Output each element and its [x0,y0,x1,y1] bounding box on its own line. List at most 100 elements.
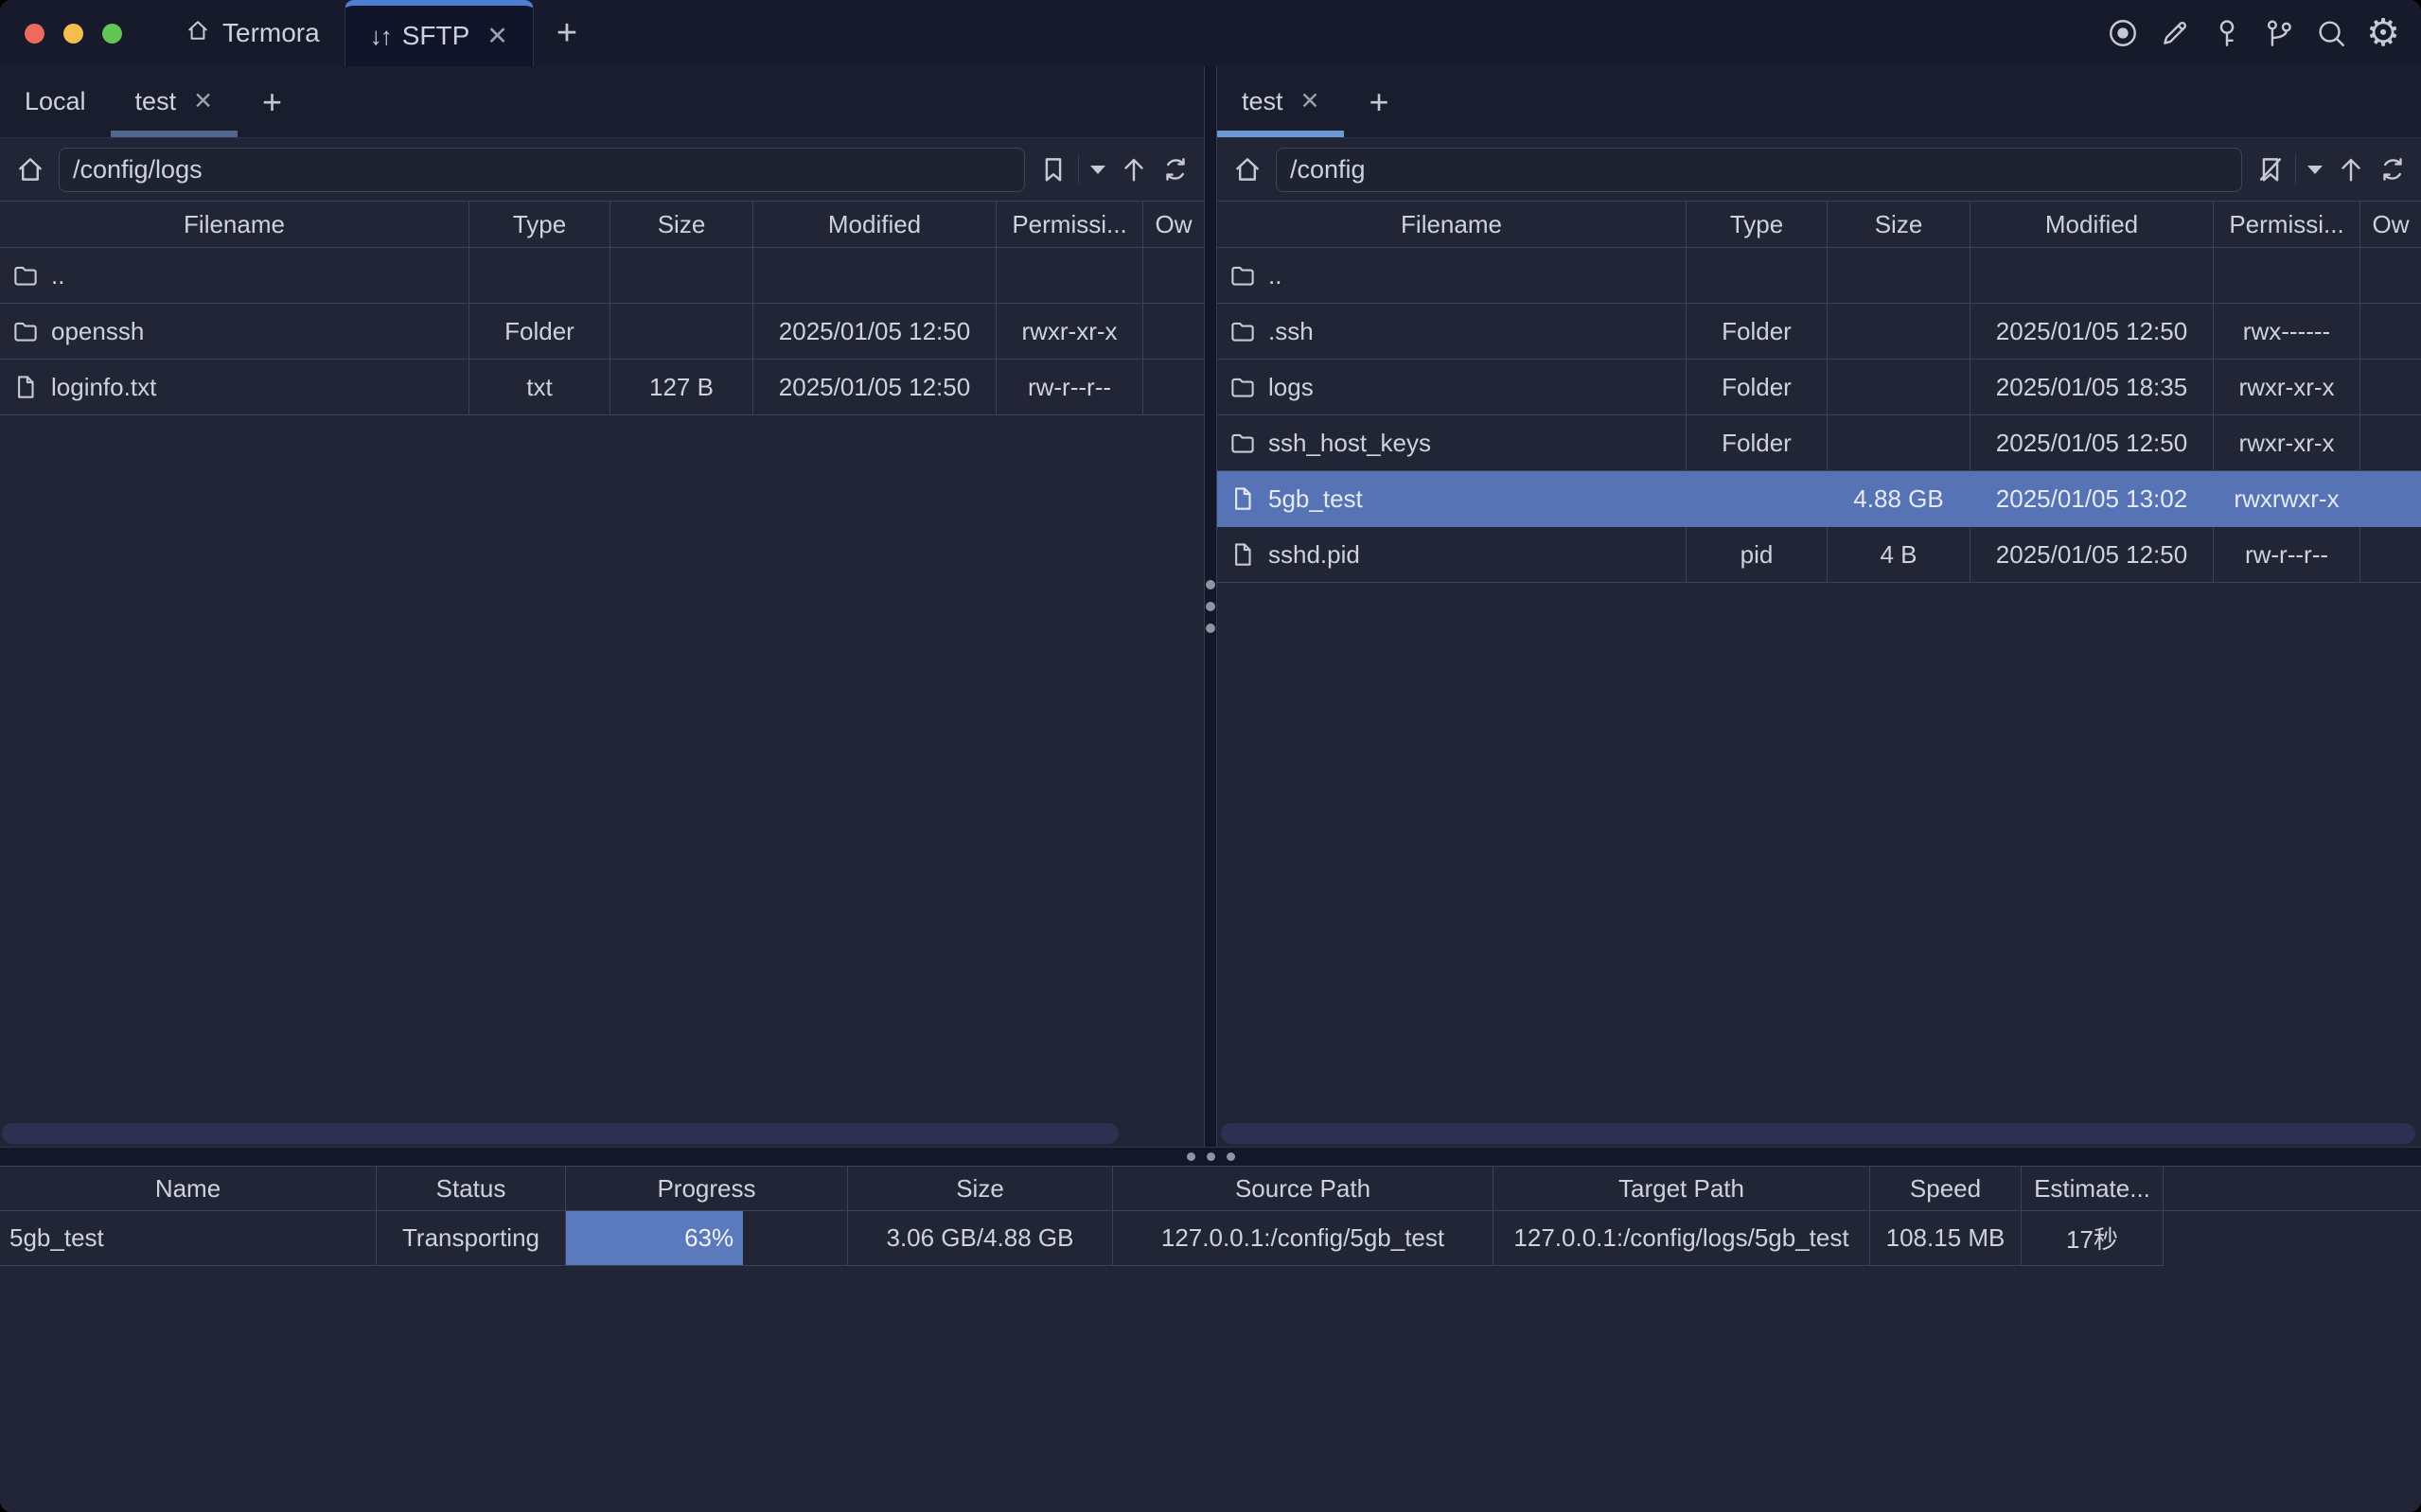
column-header-owner[interactable]: Ow [1143,202,1204,248]
scrollbar-thumb[interactable] [2,1123,1119,1144]
left-table-header: Filename Type Size Modified Permissi... … [0,201,1204,248]
tab-sftp-close-icon[interactable]: ✕ [481,24,508,49]
table-row[interactable]: loginfo.txt txt 127 B 2025/01/05 12:50 r… [0,360,1204,415]
home-icon[interactable] [11,153,49,185]
bookmark-icon[interactable] [1036,152,1070,186]
branch-icon[interactable] [2262,16,2296,50]
right-new-tab-button[interactable]: + [1344,66,1413,137]
transfer-row[interactable]: 5gb_test Transporting 63% 3.06 GB/4.88 G… [0,1211,2421,1266]
pencil-icon[interactable] [2158,16,2192,50]
column-header-status[interactable]: Status [377,1167,566,1210]
up-directory-icon[interactable] [2334,152,2368,186]
column-header-modified[interactable]: Modified [1970,202,2214,248]
column-header-size[interactable]: Size [610,202,753,248]
titlebar-toolbar: ⚙ [2106,0,2400,66]
column-header-type[interactable]: Type [469,202,610,248]
search-icon[interactable] [2314,16,2348,50]
table-row[interactable]: openssh Folder 2025/01/05 12:50 rwxr-xr-… [0,304,1204,360]
transfer-target-path: 127.0.0.1:/config/logs/5gb_test [1493,1211,1870,1266]
column-header-filename[interactable]: Filename [1217,202,1687,248]
pane-splitter-vertical[interactable] [1204,66,1217,1147]
file-icon [11,373,40,401]
new-window-tab-button[interactable]: + [534,0,600,66]
home-icon[interactable] [1228,153,1266,185]
left-file-table: Filename Type Size Modified Permissi... … [0,201,1204,1120]
table-row[interactable]: ssh_host_keys Folder 2025/01/05 12:50 rw… [1217,415,2421,471]
record-icon[interactable] [2106,16,2140,50]
refresh-icon[interactable] [1158,152,1193,186]
up-directory-icon[interactable] [1117,152,1151,186]
splitter-dot [1206,580,1215,589]
left-tab-test-close-icon[interactable]: ✕ [187,90,213,114]
left-pane-tabs: Local test ✕ + [0,66,1204,138]
gear-icon[interactable]: ⚙ [2366,16,2400,50]
divider [2295,154,2296,185]
table-row[interactable]: sshd.pid pid 4 B 2025/01/05 12:50 rw-r--… [1217,527,2421,583]
folder-icon [1228,317,1257,345]
transfer-progress-cell: 63% [566,1211,848,1266]
left-new-tab-button[interactable]: + [238,66,307,137]
column-header-name[interactable]: Name [0,1167,377,1210]
chevron-down-icon[interactable] [1090,166,1105,174]
transfer-icon: ↓↑ [370,22,391,51]
right-path-input[interactable] [1276,148,2242,192]
right-pane-tabs: test ✕ + [1217,66,2421,138]
left-path-input[interactable] [59,148,1025,192]
right-tab-test-close-icon[interactable]: ✕ [1295,90,1320,114]
column-header-filename[interactable]: Filename [0,202,469,248]
transfers-empty-area [0,1266,2421,1512]
table-row-selected[interactable]: 5gb_test 4.88 GB 2025/01/05 13:02 rwxrwx… [1217,471,2421,527]
chevron-down-icon[interactable] [2307,166,2323,174]
column-header-progress[interactable]: Progress [566,1167,848,1210]
right-tab-test[interactable]: test ✕ [1217,66,1344,137]
refresh-icon[interactable] [2376,152,2410,186]
file-icon [1228,484,1257,513]
column-header-type[interactable]: Type [1687,202,1828,248]
right-path-actions [2252,152,2410,186]
left-tab-test[interactable]: test ✕ [111,66,238,137]
left-tab-local[interactable]: Local [0,66,111,137]
left-pane: Local test ✕ + [0,66,1204,1147]
close-window-button[interactable] [25,24,44,44]
column-header-owner[interactable]: Ow [2360,202,2421,248]
home-icon [185,17,211,50]
app-window: Termora ↓↑ SFTP ✕ + ⚙ [0,0,2421,1512]
transfer-status: Transporting [377,1211,566,1266]
column-header-source-path[interactable]: Source Path [1113,1167,1493,1210]
file-icon [1228,540,1257,569]
column-header-size[interactable]: Size [1828,202,1970,248]
column-header-target-path[interactable]: Target Path [1493,1167,1870,1210]
folder-icon [1228,429,1257,457]
column-header-speed[interactable]: Speed [1870,1167,2022,1210]
column-header-estimate[interactable]: Estimate... [2022,1167,2164,1210]
table-row[interactable]: .ssh Folder 2025/01/05 12:50 rwx------ [1217,304,2421,360]
tab-termora[interactable]: Termora [160,0,345,66]
zoom-window-button[interactable] [102,24,122,44]
column-header-modified[interactable]: Modified [753,202,997,248]
column-header-size[interactable]: Size [848,1167,1113,1210]
scrollbar-thumb[interactable] [1221,1123,2415,1144]
transfers-table: Name Status Progress Size Source Path Ta… [0,1166,2421,1266]
bookmark-slash-icon[interactable] [2253,152,2288,186]
splitter-dot [1207,1152,1215,1161]
table-row[interactable]: .. [0,248,1204,304]
left-horizontal-scrollbar [0,1120,1204,1147]
right-pathbar [1217,138,2421,201]
transfers-splitter-horizontal[interactable] [0,1147,2421,1166]
transfer-estimate: 17秒 [2022,1211,2164,1266]
progress-label: 63% [684,1223,733,1253]
column-header-permissions[interactable]: Permissi... [2214,202,2360,248]
minimize-window-button[interactable] [63,24,83,44]
key-icon[interactable] [2210,16,2244,50]
right-horizontal-scrollbar [1217,1120,2421,1147]
column-header-permissions[interactable]: Permissi... [997,202,1143,248]
splitter-dot [1206,624,1215,633]
transfer-size: 3.06 GB/4.88 GB [848,1211,1113,1266]
table-row[interactable]: logs Folder 2025/01/05 18:35 rwxr-xr-x [1217,360,2421,415]
table-row[interactable]: .. [1217,248,2421,304]
transfer-source-path: 127.0.0.1:/config/5gb_test [1113,1211,1493,1266]
tab-sftp[interactable]: ↓↑ SFTP ✕ [345,0,534,66]
folder-icon [11,261,40,290]
folder-icon [1228,373,1257,401]
right-file-table: Filename Type Size Modified Permissi... … [1217,201,2421,1120]
